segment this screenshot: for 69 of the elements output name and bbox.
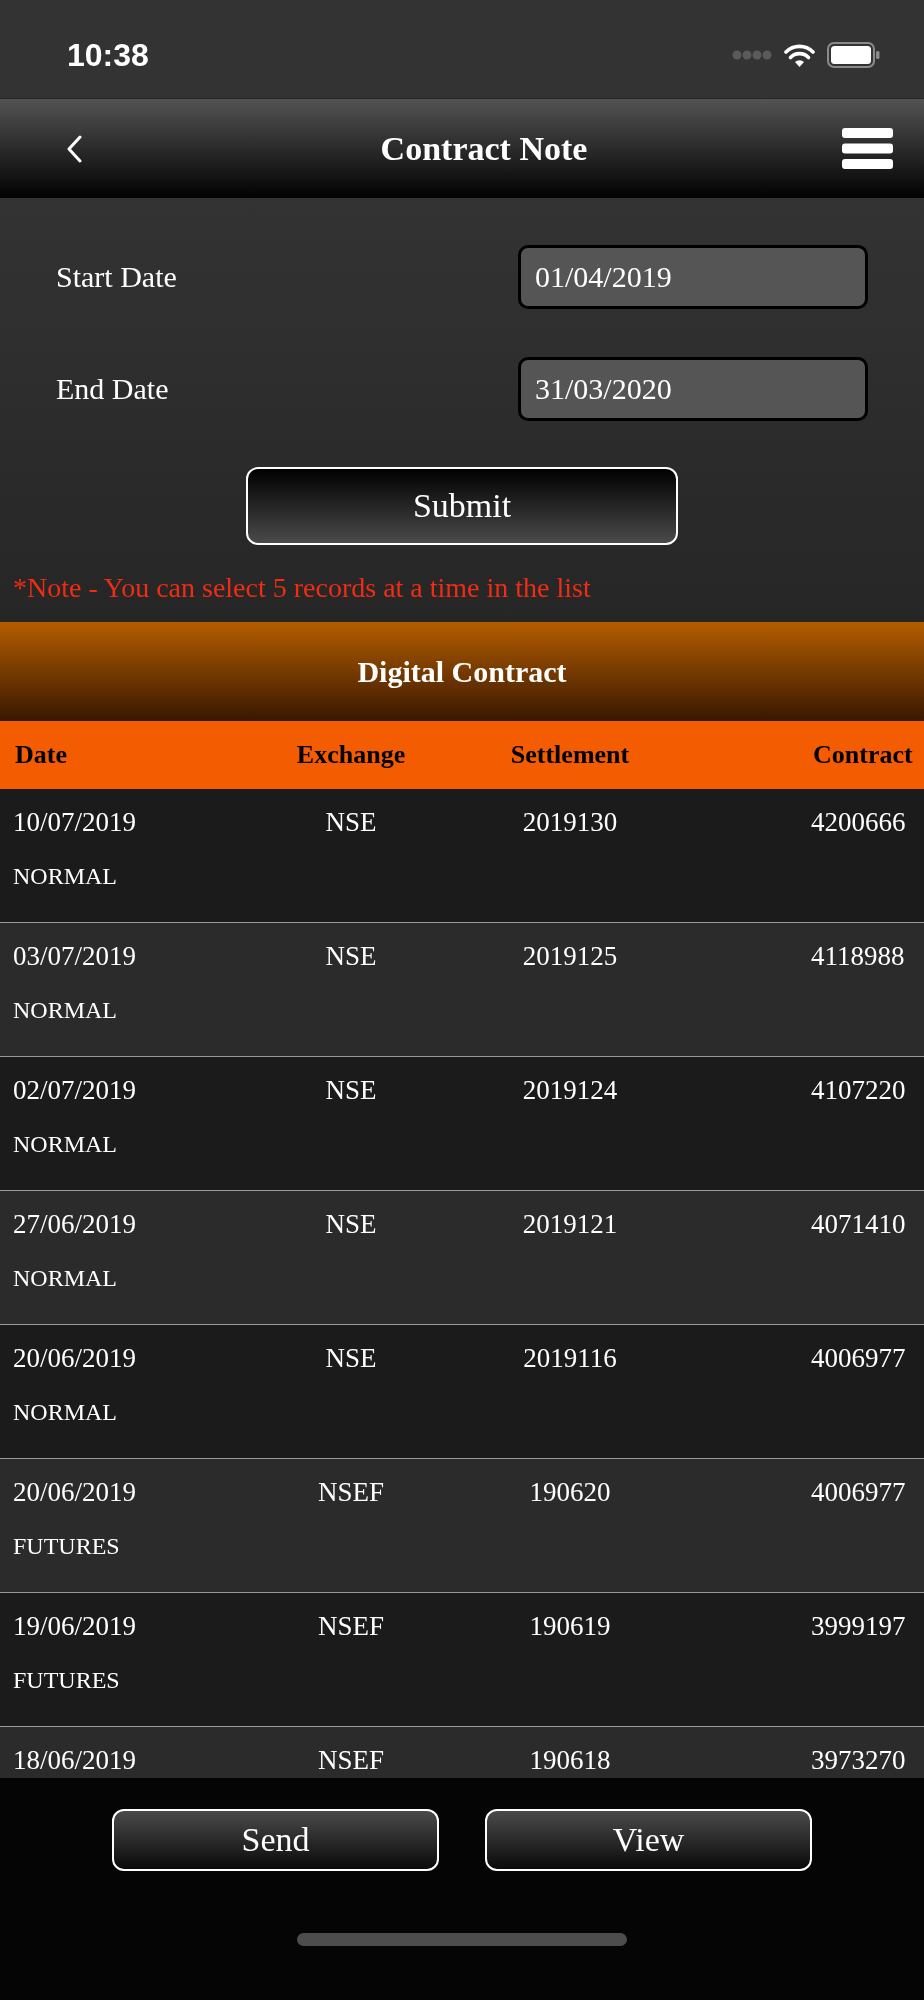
table-cell-text: NSE	[325, 1208, 377, 1241]
table-cell-text: NSE	[325, 940, 377, 973]
table-cell-text: 4200666	[810, 806, 906, 839]
table-cell-text: NSEF	[318, 1476, 384, 1509]
table-row[interactable]: 18/06/2019 NSEF 190618 3973270	[0, 1727, 924, 1778]
table-row[interactable]: 20/06/2019 NSE 2019116 4006977 NORMAL	[0, 1325, 924, 1459]
date-field[interactable]: 31/03/2020	[518, 357, 868, 421]
table-row[interactable]: 10/07/2019 NSE 2019130 4200666 NORMAL	[0, 789, 924, 923]
table-cell-text: 3973270	[810, 1744, 906, 1777]
table-cell-text: 3999197	[810, 1610, 906, 1643]
table-cell-text: 19/06/2019	[12, 1610, 136, 1643]
table-cell-text: FUTURES	[13, 1666, 120, 1695]
table-cell-text: 4118988	[810, 940, 905, 973]
table-cell-text: 20/06/2019	[12, 1342, 136, 1375]
table-cell-text: 4071410	[810, 1208, 906, 1241]
column-header: Contract	[812, 740, 913, 770]
table-cell-text: NSE	[325, 1074, 377, 1107]
table-cell-text: NSE	[325, 806, 377, 839]
table-cell-text: NORMAL	[13, 996, 117, 1025]
table-cell-text: 4107220	[810, 1074, 906, 1107]
table-cell-text: NSE	[325, 1342, 377, 1375]
table-row[interactable]: 02/07/2019 NSE 2019124 4107220 NORMAL	[0, 1057, 924, 1191]
send-button[interactable]: Send	[112, 1809, 439, 1871]
column-header: Exchange	[296, 740, 406, 770]
table-cell-text: 10/07/2019	[12, 806, 136, 839]
table-row[interactable]: 20/06/2019 NSEF 190620 4006977 FUTURES	[0, 1459, 924, 1593]
table-cell-text: NORMAL	[13, 1398, 117, 1427]
note-text: *Note - You can select 5 records at a time in the list	[12, 572, 591, 604]
table-cell-text: 18/06/2019	[12, 1744, 136, 1777]
section-title: Digital Contract	[357, 654, 567, 689]
menu-button[interactable]	[842, 128, 893, 169]
table-cell-text: 190620	[529, 1476, 611, 1509]
table-cell-text: 03/07/2019	[12, 940, 136, 973]
table-cell-text: 4006977	[810, 1342, 906, 1375]
table-cell-text: FUTURES	[13, 1532, 120, 1561]
battery-icon	[827, 42, 880, 68]
table-cell-text: 2019130	[522, 806, 618, 839]
field-label: Start Date	[56, 260, 177, 294]
status-time: 10:38	[67, 36, 149, 74]
table-cell-text: NORMAL	[13, 862, 117, 891]
signal-icon	[732, 50, 772, 60]
table-cell-text: 27/06/2019	[12, 1208, 136, 1241]
field-label: End Date	[56, 372, 169, 406]
table-cell-text: 2019121	[522, 1208, 618, 1241]
table-cell-text: NORMAL	[13, 1264, 117, 1293]
back-button[interactable]	[66, 134, 82, 163]
table-cell-text: 2019124	[522, 1074, 618, 1107]
back-icon	[66, 134, 82, 163]
table-row[interactable]: 03/07/2019 NSE 2019125 4118988 NORMAL	[0, 923, 924, 1057]
table-cell-text: NORMAL	[13, 1130, 117, 1159]
submit-button[interactable]: Submit	[246, 467, 678, 545]
table-cell-text: NSEF	[318, 1610, 384, 1643]
column-header: Settlement	[510, 740, 630, 770]
table-cell-text: 20/06/2019	[12, 1476, 136, 1509]
table-row[interactable]: 27/06/2019 NSE 2019121 4071410 NORMAL	[0, 1191, 924, 1325]
menu-icon	[842, 128, 893, 169]
table-cell-text: 190619	[529, 1610, 611, 1643]
wifi-icon	[784, 43, 815, 67]
table-cell-text: NSEF	[318, 1744, 384, 1777]
table-row[interactable]: 19/06/2019 NSEF 190619 3999197 FUTURES	[0, 1593, 924, 1727]
table-cell-text: 02/07/2019	[12, 1074, 136, 1107]
view-button[interactable]: View	[485, 1809, 812, 1871]
table-cell-text: 4006977	[810, 1476, 906, 1509]
table-cell-text: 2019125	[522, 940, 618, 973]
column-header: Date	[14, 740, 67, 770]
date-field[interactable]: 01/04/2019	[518, 245, 868, 309]
table-cell-text: 190618	[529, 1744, 611, 1777]
page-title: Contract Note	[380, 129, 588, 168]
table-cell-text: 2019116	[523, 1342, 617, 1375]
